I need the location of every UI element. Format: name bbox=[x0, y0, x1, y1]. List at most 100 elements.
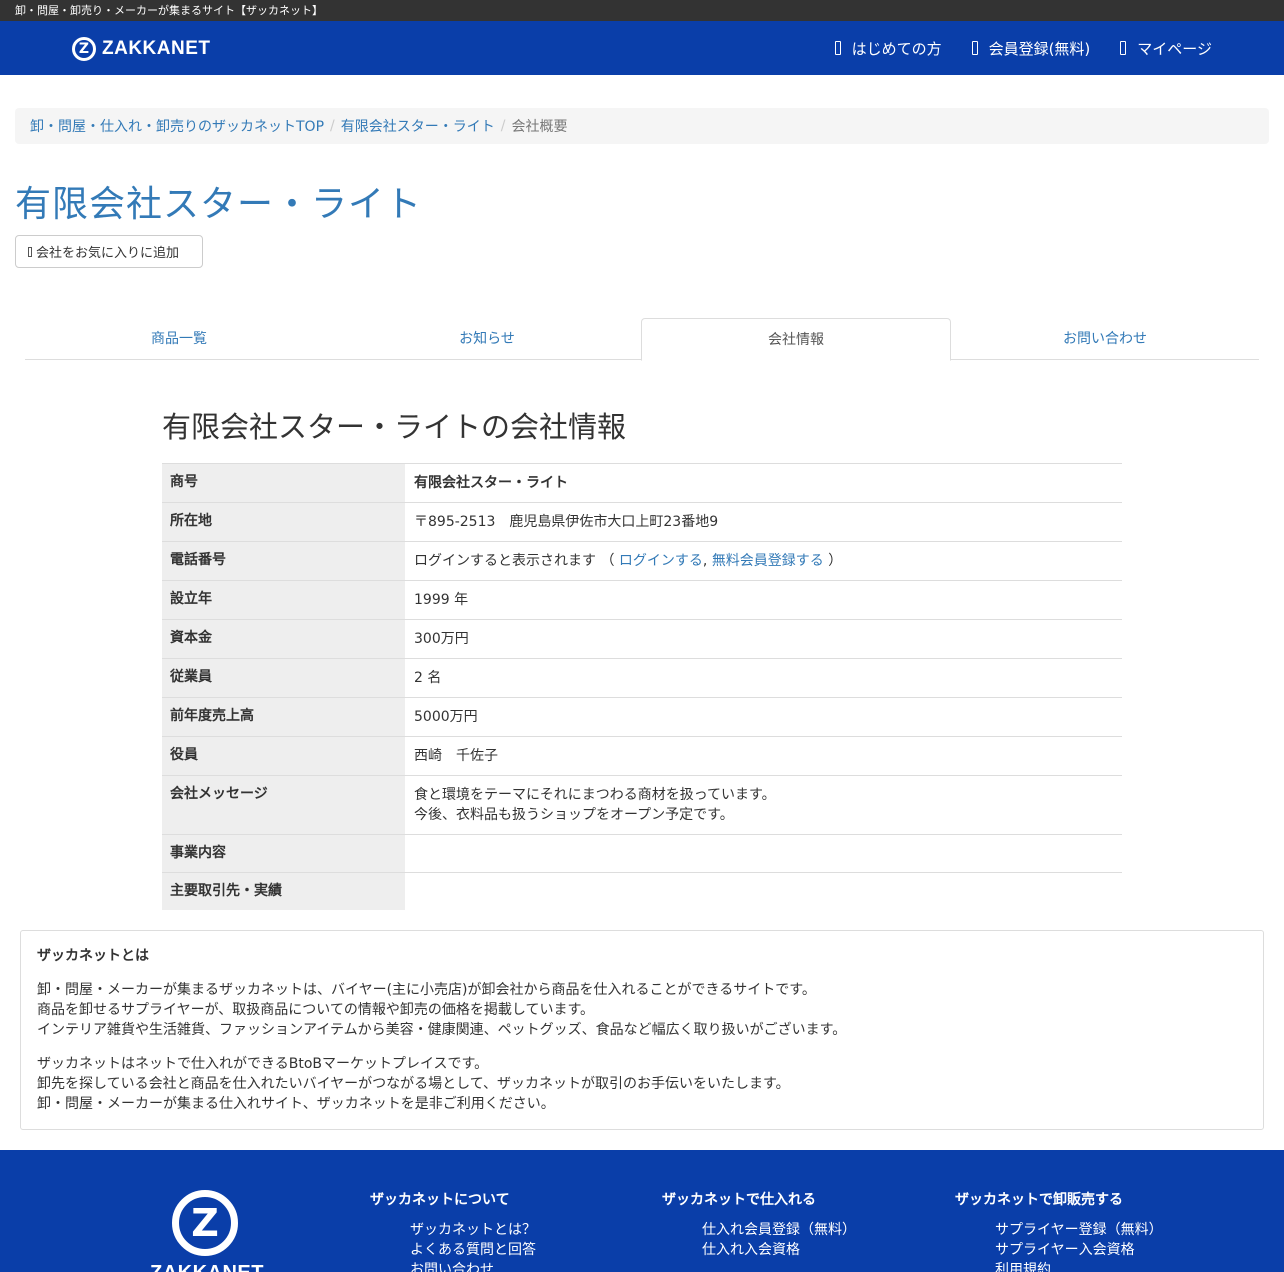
business-value bbox=[405, 835, 1122, 873]
nav-mypage-label: マイページ bbox=[1137, 39, 1212, 58]
nav-beginners-link[interactable]: はじめての方 bbox=[834, 38, 942, 59]
capital-value: 300万円 bbox=[414, 631, 469, 647]
employees-value: 2 名 bbox=[414, 670, 442, 686]
phone-comma: , bbox=[702, 553, 708, 569]
about-zakkanet-panel: ザッカネットとは 卸・問屋・メーカーが集まるザッカネットは、バイヤー(主に小売店… bbox=[20, 930, 1264, 1130]
row-label: 商号 bbox=[162, 463, 405, 503]
footer-column-sell: ザッカネットで卸販売する サプライヤー登録（無料） サプライヤー入会資格 利用規… bbox=[955, 1190, 1163, 1272]
phone-close-paren: ） bbox=[828, 553, 843, 569]
officers-value: 西崎 千佐子 bbox=[414, 748, 498, 764]
free-register-link[interactable]: 無料会員登録する bbox=[712, 553, 824, 569]
address-value: 〒895‐2513 鹿児島県伊佐市大口上町23番地9 bbox=[414, 514, 719, 530]
footer-column-title: ザッカネットについて bbox=[370, 1192, 510, 1208]
table-row: 従業員 2 名 bbox=[162, 658, 1122, 698]
footer-link-what-is[interactable]: ザッカネットとは？ bbox=[410, 1222, 536, 1238]
footer-column-title: ザッカネットで卸販売する bbox=[955, 1192, 1123, 1208]
company-info-title: 有限会社スター・ライトの会社情報 bbox=[162, 410, 627, 444]
row-label: 所在地 bbox=[162, 502, 405, 542]
company-tabs: 商品一覧 お知らせ 会社情報 お問い合わせ bbox=[25, 318, 1259, 361]
about-line: ザッカネットはネットで仕入れができるBtoBマーケットプレイスです。 bbox=[37, 1056, 489, 1072]
table-row: 主要取引先・実績 bbox=[162, 872, 1122, 911]
about-line: 卸・問屋・メーカーが集まるザッカネットは、バイヤー(主に小売店)が卸会社から商品… bbox=[37, 982, 816, 998]
row-label: 前年度売上高 bbox=[162, 697, 405, 737]
about-line: 卸・問屋・メーカーが集まる仕入れサイト、ザッカネットを是非ご利用ください。 bbox=[37, 1096, 555, 1112]
footer-logo-text: ZAKKANET bbox=[150, 1262, 264, 1272]
row-label: 従業員 bbox=[162, 658, 405, 698]
nav-register-label: 会員登録(無料) bbox=[988, 39, 1091, 58]
message-value: 食と環境をテーマにそれにまつわる商材を扱っています。 今後、衣料品も扱うショップ… bbox=[405, 776, 1122, 835]
row-label: 電話番号 bbox=[162, 541, 405, 581]
info-icon bbox=[834, 41, 841, 55]
about-paragraph: 卸・問屋・メーカーが集まるザッカネットは、バイヤー(主に小売店)が卸会社から商品… bbox=[37, 980, 1247, 1040]
sales-value: 5000万円 bbox=[414, 709, 478, 725]
footer-column-buy: ザッカネットで仕入れる 仕入れ会員登録（無料） 仕入れ入会資格 bbox=[662, 1190, 856, 1260]
login-link[interactable]: ログインする bbox=[619, 553, 703, 569]
nav-mypage-link[interactable]: マイページ bbox=[1120, 38, 1212, 59]
breadcrumb-company-link[interactable]: 有限会社スター・ライト bbox=[341, 116, 495, 136]
bookmark-icon bbox=[28, 246, 32, 257]
site-footer: Z ZAKKANET ザッカネットについて ザッカネットとは？ よくある質問と回… bbox=[0, 1150, 1284, 1272]
user-plus-icon bbox=[971, 41, 978, 55]
message-line: 食と環境をテーマにそれにまつわる商材を扱っています。 bbox=[414, 787, 776, 803]
table-row: 設立年 1999 年 bbox=[162, 580, 1122, 620]
nav-beginners-label: はじめての方 bbox=[851, 39, 942, 58]
breadcrumb-top-link[interactable]: 卸・問屋・仕入れ・卸売りのザッカネットTOP bbox=[30, 116, 324, 136]
header-nav: はじめての方 会員登録(無料) マイページ bbox=[805, 21, 1212, 75]
about-paragraph: ザッカネットはネットで仕入れができるBtoBマーケットプレイスです。 卸先を探し… bbox=[37, 1054, 1247, 1114]
trade-name-value: 有限会社スター・ライト bbox=[414, 475, 568, 491]
tab-products[interactable]: 商品一覧 bbox=[25, 318, 333, 359]
table-row: 電話番号 ログインすると表示されます （ ログインする, 無料会員登録する ） bbox=[162, 541, 1122, 581]
table-row: 事業内容 bbox=[162, 834, 1122, 873]
table-row: 前年度売上高 5000万円 bbox=[162, 697, 1122, 737]
footer-link-contact[interactable]: お問い合わせ bbox=[410, 1262, 494, 1272]
table-row: 資本金 300万円 bbox=[162, 619, 1122, 659]
top-navbar: Z ZAKKANET はじめての方 会員登録(無料) マイページ bbox=[0, 21, 1284, 75]
founded-value: 1999 年 bbox=[414, 592, 469, 608]
tab-news[interactable]: お知らせ bbox=[333, 318, 641, 359]
add-favorite-button[interactable]: 会社をお気に入りに追加 bbox=[15, 235, 203, 268]
phone-login-notice: ログインすると表示されます （ bbox=[414, 553, 615, 569]
breadcrumb: 卸・問屋・仕入れ・卸売りのザッカネットTOP / 有限会社スター・ライト / 会… bbox=[15, 108, 1269, 144]
about-line: 商品を卸せるサプライヤーが、取扱商品についての情報や卸売の価格を掲載しています。 bbox=[37, 1002, 595, 1018]
table-row: 会社メッセージ 食と環境をテーマにそれにまつわる商材を扱っています。 今後、衣料… bbox=[162, 775, 1122, 835]
tab-contact[interactable]: お問い合わせ bbox=[951, 318, 1259, 359]
footer-link-terms[interactable]: 利用規約 bbox=[995, 1262, 1051, 1272]
table-row: 所在地 〒895‐2513 鹿児島県伊佐市大口上町23番地9 bbox=[162, 502, 1122, 542]
footer-column-about: ザッカネットについて ザッカネットとは？ よくある質問と回答 お問い合わせ bbox=[370, 1190, 536, 1272]
about-line: インテリア雑貨や生活雑貨、ファッションアイテムから美容・健康関連、ペットグッズ、… bbox=[37, 1022, 847, 1038]
footer-link-buyer-qualification[interactable]: 仕入れ入会資格 bbox=[702, 1242, 800, 1258]
nav-register-link[interactable]: 会員登録(無料) bbox=[971, 38, 1091, 59]
zakkanet-logo-icon: Z bbox=[172, 1190, 238, 1256]
footer-column-title: ザッカネットで仕入れる bbox=[662, 1192, 816, 1208]
add-favorite-label: 会社をお気に入りに追加 bbox=[36, 246, 180, 261]
zakkanet-logo-icon: Z bbox=[72, 37, 96, 61]
breadcrumb-current: 会社概要 bbox=[511, 119, 568, 135]
breadcrumb-separator: / bbox=[500, 118, 506, 134]
about-line: 卸先を探している会社と商品を仕入れたいバイヤーがつながる場として、ザッカネットが… bbox=[37, 1076, 790, 1092]
site-logo[interactable]: Z ZAKKANET bbox=[72, 36, 211, 62]
row-label: 資本金 bbox=[162, 619, 405, 659]
user-icon bbox=[1120, 41, 1127, 55]
footer-link-faq[interactable]: よくある質問と回答 bbox=[410, 1242, 536, 1258]
row-label: 設立年 bbox=[162, 580, 405, 620]
footer-link-supplier-register[interactable]: サプライヤー登録（無料） bbox=[995, 1222, 1163, 1238]
table-row: 商号 有限会社スター・ライト bbox=[162, 463, 1122, 503]
breadcrumb-separator: / bbox=[330, 118, 335, 134]
row-label: 役員 bbox=[162, 736, 405, 776]
footer-link-buyer-register[interactable]: 仕入れ会員登録（無料） bbox=[702, 1222, 856, 1238]
about-title: ザッカネットとは bbox=[37, 948, 149, 964]
row-label: 会社メッセージ bbox=[162, 775, 405, 835]
row-label: 主要取引先・実績 bbox=[162, 872, 405, 910]
phone-value: ログインすると表示されます （ ログインする, 無料会員登録する ） bbox=[405, 542, 1122, 581]
company-info-table: 商号 有限会社スター・ライト 所在地 〒895‐2513 鹿児島県伊佐市大口上町… bbox=[162, 463, 1122, 910]
site-tagline: 卸・問屋・卸売り・メーカーが集まるサイト【ザッカネット】 bbox=[0, 0, 1284, 21]
partners-value bbox=[405, 873, 1122, 911]
logo-text: ZAKKANET bbox=[102, 38, 211, 59]
table-row: 役員 西崎 千佐子 bbox=[162, 736, 1122, 776]
footer-link-supplier-qualification[interactable]: サプライヤー入会資格 bbox=[995, 1242, 1135, 1258]
tab-company-info[interactable]: 会社情報 bbox=[641, 318, 951, 361]
message-line: 今後、衣料品も扱うショップをオープン予定です。 bbox=[414, 807, 734, 823]
company-title: 有限会社スター・ライト bbox=[15, 184, 423, 225]
footer-logo[interactable]: Z ZAKKANET bbox=[150, 1190, 264, 1272]
row-label: 事業内容 bbox=[162, 834, 405, 873]
